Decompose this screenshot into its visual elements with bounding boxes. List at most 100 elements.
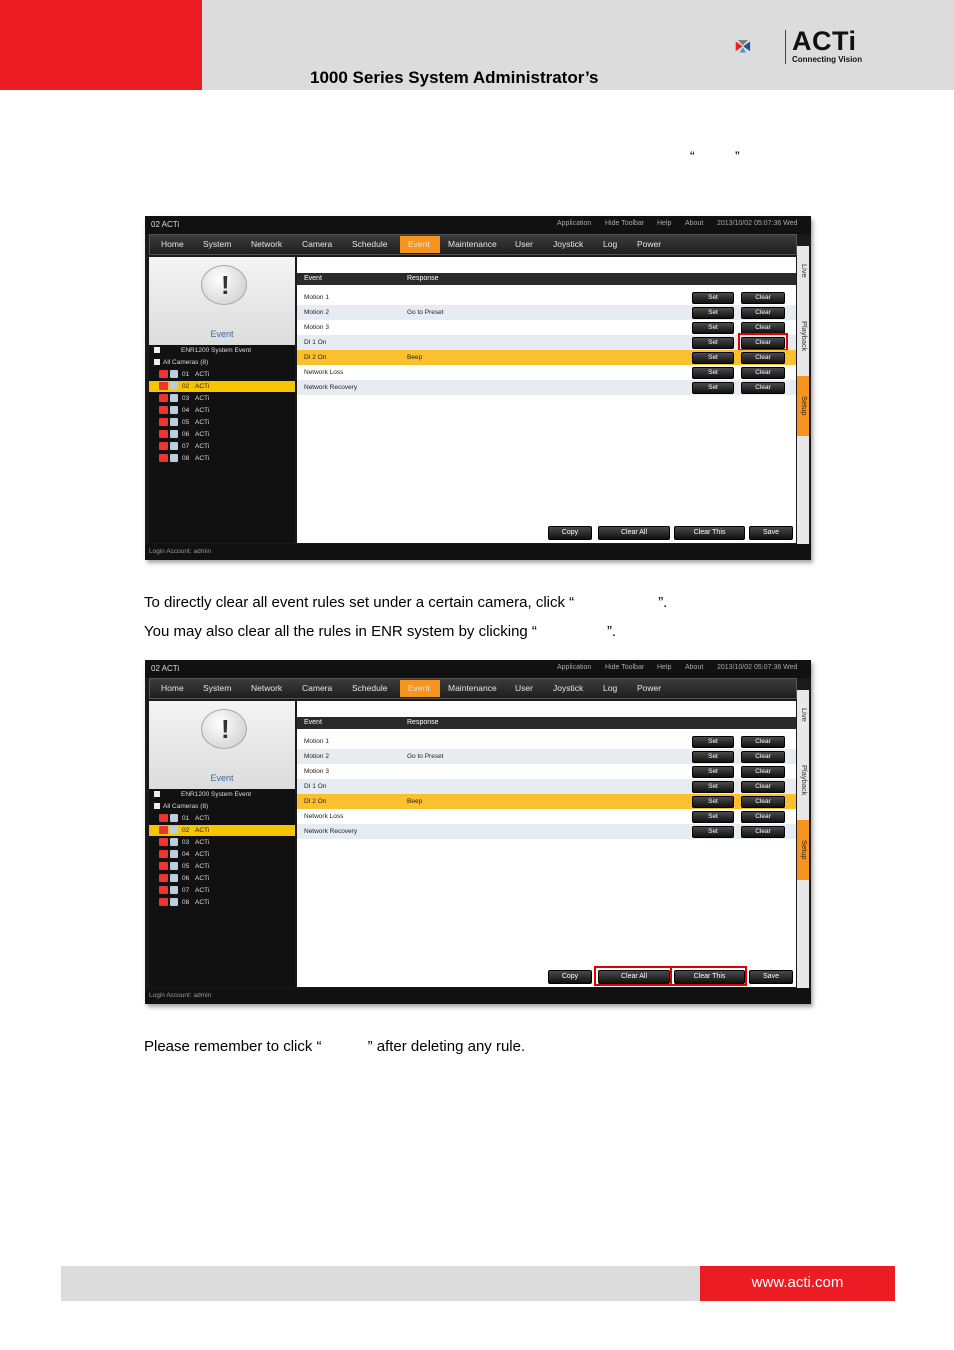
save-button[interactable]: Save <box>749 970 793 984</box>
tree-camera[interactable]: 07 ACTi <box>149 885 295 896</box>
set-button[interactable]: Set <box>692 751 734 763</box>
menu-about[interactable]: About <box>685 220 703 227</box>
set-button[interactable]: Set <box>692 796 734 808</box>
clear-button[interactable]: Clear <box>741 736 785 748</box>
clear-button[interactable]: Clear <box>741 307 785 319</box>
camera-icon <box>170 394 178 402</box>
nav-schedule[interactable]: Schedule <box>352 683 387 693</box>
nav-system[interactable]: System <box>203 683 231 693</box>
tree-camera[interactable]: 05 ACTi <box>149 861 295 872</box>
nav-schedule[interactable]: Schedule <box>352 239 387 249</box>
tree-camera[interactable]: 04 ACTi <box>149 849 295 860</box>
tab-live[interactable]: Live <box>797 690 809 740</box>
nav-power[interactable]: Power <box>637 239 661 249</box>
camera-icon <box>170 814 178 822</box>
tree-camera[interactable]: 07 ACTi <box>149 441 295 452</box>
tree-camera[interactable]: 08 ACTi <box>149 453 295 464</box>
tab-live[interactable]: Live <box>797 246 809 296</box>
nav-camera[interactable]: Camera <box>302 683 332 693</box>
nav-network[interactable]: Network <box>251 683 282 693</box>
event-panel-label: Event <box>210 329 234 339</box>
copy-button[interactable]: Copy <box>548 970 592 984</box>
checkbox-icon[interactable] <box>154 791 160 797</box>
tree-camera[interactable]: 01 ACTi <box>149 813 295 824</box>
set-button[interactable]: Set <box>692 292 734 304</box>
tab-playback[interactable]: Playback <box>797 740 809 820</box>
clear-button[interactable]: Clear <box>741 292 785 304</box>
clear-button[interactable]: Clear <box>741 367 785 379</box>
set-button[interactable]: Set <box>692 322 734 334</box>
tree-camera-selected[interactable]: 02 ACTi <box>149 381 295 392</box>
clear-button[interactable]: Clear <box>741 352 785 364</box>
clear-button[interactable]: Clear <box>741 826 785 838</box>
tree-camera[interactable]: 06 ACTi <box>149 429 295 440</box>
nav-log[interactable]: Log <box>603 239 617 249</box>
tab-playback[interactable]: Playback <box>797 296 809 376</box>
tree-system-event[interactable]: ENR1200 System Event <box>149 345 295 356</box>
tree-all-cameras[interactable]: All Cameras (8) <box>149 357 295 368</box>
menu-application[interactable]: Application <box>557 664 591 671</box>
nav-maintenance[interactable]: Maintenance <box>448 683 497 693</box>
nav-joystick[interactable]: Joystick <box>553 239 583 249</box>
nav-user[interactable]: User <box>515 239 533 249</box>
nav-event[interactable]: Event <box>408 239 430 249</box>
nav-network[interactable]: Network <box>251 239 282 249</box>
clear-button[interactable]: Clear <box>741 382 785 394</box>
tree-camera[interactable]: 03 ACTi <box>149 837 295 848</box>
tree-camera[interactable]: 06 ACTi <box>149 873 295 884</box>
clear-all-button[interactable]: Clear All <box>598 526 670 540</box>
tree-camera[interactable]: 01 ACTi <box>149 369 295 380</box>
clear-button[interactable]: Clear <box>741 751 785 763</box>
nav-bar: Home System Network Camera Schedule Even… <box>149 234 797 255</box>
tree-camera[interactable]: 08 ACTi <box>149 897 295 908</box>
clear-button[interactable]: Clear <box>741 796 785 808</box>
tab-setup[interactable]: Setup <box>797 820 809 880</box>
set-button[interactable]: Set <box>692 781 734 793</box>
tree-system-event[interactable]: ENR1200 System Event <box>149 789 295 800</box>
tree-camera-selected[interactable]: 02 ACTi <box>149 825 295 836</box>
tree-all-cameras[interactable]: All Cameras (8) <box>149 801 295 812</box>
menu-help[interactable]: Help <box>657 664 671 671</box>
nav-log[interactable]: Log <box>603 683 617 693</box>
set-button[interactable]: Set <box>692 766 734 778</box>
menu-application[interactable]: Application <box>557 220 591 227</box>
checkbox-icon[interactable] <box>154 347 160 353</box>
clear-button[interactable]: Clear <box>741 766 785 778</box>
clear-button[interactable]: Clear <box>741 781 785 793</box>
tree-camera[interactable]: 05 ACTi <box>149 417 295 428</box>
set-button[interactable]: Set <box>692 736 734 748</box>
nav-power[interactable]: Power <box>637 683 661 693</box>
collapse-icon[interactable] <box>154 359 160 365</box>
menu-about[interactable]: About <box>685 664 703 671</box>
nav-joystick[interactable]: Joystick <box>553 683 583 693</box>
menu-hide-toolbar[interactable]: Hide Toolbar <box>605 664 644 671</box>
set-button[interactable]: Set <box>692 337 734 349</box>
save-button[interactable]: Save <box>749 526 793 540</box>
set-button[interactable]: Set <box>692 811 734 823</box>
nav-maintenance[interactable]: Maintenance <box>448 239 497 249</box>
tree-camera[interactable]: 04 ACTi <box>149 405 295 416</box>
logo-wordmark: ACTi <box>792 26 857 56</box>
copy-button[interactable]: Copy <box>548 526 592 540</box>
set-button[interactable]: Set <box>692 352 734 364</box>
nav-camera[interactable]: Camera <box>302 239 332 249</box>
tree-camera[interactable]: 03 ACTi <box>149 393 295 404</box>
menu-help[interactable]: Help <box>657 220 671 227</box>
clear-button[interactable]: Clear <box>741 811 785 823</box>
login-account: Login Account: admin <box>149 548 212 555</box>
set-button[interactable]: Set <box>692 307 734 319</box>
set-button[interactable]: Set <box>692 382 734 394</box>
camera-icon <box>170 382 178 390</box>
set-button[interactable]: Set <box>692 367 734 379</box>
set-button[interactable]: Set <box>692 826 734 838</box>
tab-setup[interactable]: Setup <box>797 376 809 436</box>
nav-system[interactable]: System <box>203 239 231 249</box>
clear-this-button[interactable]: Clear This <box>674 526 745 540</box>
collapse-icon[interactable] <box>154 803 160 809</box>
footer-url-link[interactable]: www.acti.com <box>700 1274 895 1291</box>
nav-home[interactable]: Home <box>161 239 184 249</box>
menu-hide-toolbar[interactable]: Hide Toolbar <box>605 220 644 227</box>
nav-home[interactable]: Home <box>161 683 184 693</box>
nav-event[interactable]: Event <box>408 683 430 693</box>
nav-user[interactable]: User <box>515 683 533 693</box>
